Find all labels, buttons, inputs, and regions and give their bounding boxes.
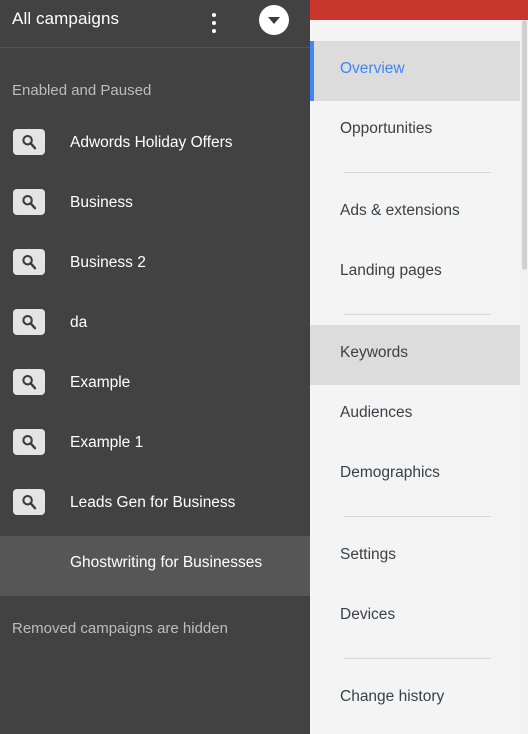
kebab-dot — [212, 29, 216, 33]
nav-divider — [310, 303, 528, 325]
caret-shape — [268, 17, 280, 24]
campaign-selector-panel: All campaigns Enabled and Paused Adwords… — [0, 0, 310, 734]
removed-campaigns-note: Removed campaigns are hidden — [12, 620, 228, 637]
nav-item-settings[interactable]: Settings — [310, 527, 528, 587]
nav-item-label: Devices — [340, 606, 396, 623]
campaign-list: Adwords Holiday Offers Business Business 2… — [0, 116, 310, 596]
search-icon — [13, 249, 45, 275]
divider-line — [344, 516, 491, 517]
campaign-list-item[interactable]: Leads Gen for Business — [0, 476, 310, 536]
app-top-bar — [310, 0, 528, 20]
nav-scrollbar-thumb[interactable] — [522, 20, 527, 270]
nav-divider — [310, 505, 528, 527]
campaign-list-item[interactable]: Business — [0, 176, 310, 236]
campaign-list-item-label: Leads Gen for Business — [70, 494, 236, 511]
divider-line — [344, 314, 491, 315]
campaign-panel-title: All campaigns — [12, 9, 120, 28]
kebab-dot — [212, 13, 216, 17]
search-icon — [13, 489, 45, 515]
nav-item-landing-pages[interactable]: Landing pages — [310, 243, 528, 303]
nav-item-label: Opportunities — [340, 120, 433, 137]
nav-item-keywords[interactable]: Keywords — [310, 325, 528, 385]
nav-item-label: Settings — [340, 546, 397, 563]
search-icon — [13, 189, 45, 215]
nav-item-label: Audiences — [340, 404, 413, 421]
nav-item-devices[interactable]: Devices — [310, 587, 528, 647]
campaign-list-item[interactable]: Business 2 — [0, 236, 310, 296]
nav-item-label: Change history — [340, 688, 445, 705]
campaign-list-item[interactable]: da — [0, 296, 310, 356]
divider-line — [344, 172, 491, 173]
nav-item-ads-and-extensions[interactable]: Ads & extensions — [310, 183, 528, 243]
divider-line — [344, 658, 491, 659]
campaign-list-item-label: Adwords Holiday Offers — [70, 134, 233, 151]
nav-item-label: Landing pages — [340, 262, 442, 279]
kebab-dot — [212, 21, 216, 25]
campaign-list-item-label: Example — [70, 374, 131, 391]
kebab-menu-icon[interactable] — [207, 9, 221, 39]
campaign-list-item-label: Ghostwriting for Businesses — [70, 554, 263, 571]
campaign-list-item[interactable]: Example — [0, 356, 310, 416]
app-root: All campaigns Enabled and Paused Adwords… — [0, 0, 528, 734]
campaign-panel-header: All campaigns — [0, 0, 310, 48]
nav-list: Overview Opportunities Ads & extensions Lan… — [310, 41, 528, 729]
nav-item-label: Overview — [340, 60, 405, 77]
campaign-list-item-label: da — [70, 314, 88, 331]
nav-item-label: Ads & extensions — [340, 202, 460, 219]
campaign-filter-note: Enabled and Paused — [12, 82, 152, 99]
search-icon — [13, 309, 45, 335]
search-icon — [13, 429, 45, 455]
nav-item-label: Demographics — [340, 464, 440, 481]
nav-item-label: Keywords — [340, 344, 409, 361]
chevron-down-icon[interactable] — [259, 5, 289, 35]
campaign-list-item[interactable]: Ghostwriting for Businesses — [0, 536, 310, 596]
campaign-list-item-label: Example 1 — [70, 434, 144, 451]
campaign-list-item-label: Business 2 — [70, 254, 146, 271]
active-indicator-bar — [310, 41, 314, 101]
campaign-list-item[interactable]: Adwords Holiday Offers — [0, 116, 310, 176]
nav-divider — [310, 161, 528, 183]
nav-item-demographics[interactable]: Demographics — [310, 445, 528, 505]
nav-scrollbar[interactable] — [520, 20, 528, 734]
nav-item-audiences[interactable]: Audiences — [310, 385, 528, 445]
search-icon — [13, 369, 45, 395]
search-icon — [13, 129, 45, 155]
nav-item-overview[interactable]: Overview — [310, 41, 528, 101]
campaign-list-item[interactable]: Example 1 — [0, 416, 310, 476]
section-nav-panel: Overview Opportunities Ads & extensions Lan… — [310, 0, 528, 734]
nav-item-change-history[interactable]: Change history — [310, 669, 528, 729]
campaign-list-item-label: Business — [70, 194, 133, 211]
nav-item-opportunities[interactable]: Opportunities — [310, 101, 528, 161]
nav-divider — [310, 647, 528, 669]
